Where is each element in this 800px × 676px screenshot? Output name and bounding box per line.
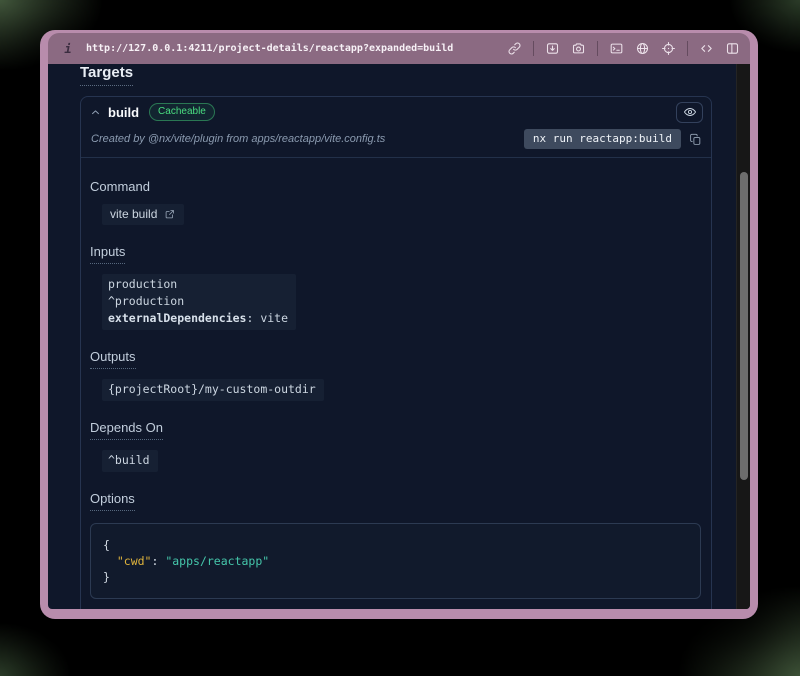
output-line: {projectRoot}/my-custom-outdir (108, 381, 316, 398)
input-line: ^production (108, 293, 288, 310)
created-by-text: Created by @nx/vite/plugin from apps/rea… (91, 133, 524, 145)
command-heading: Command (90, 179, 150, 194)
depends-on-line: ^build (108, 452, 150, 469)
crosshair-icon[interactable] (661, 41, 676, 56)
toolbar-divider (687, 41, 688, 56)
build-target-card: build Cacheable Created by @nx/vite/plug… (80, 96, 712, 609)
page-title: Targets (80, 64, 133, 86)
link-icon[interactable] (507, 41, 522, 56)
info-icon[interactable]: i (62, 42, 74, 56)
section-command: Command vite build (90, 178, 701, 225)
camera-icon[interactable] (571, 41, 586, 56)
scrollbar-thumb[interactable] (740, 172, 748, 480)
outputs-heading: Outputs (90, 349, 136, 369)
chevron-up-icon[interactable] (90, 107, 101, 118)
split-view-icon[interactable] (725, 41, 740, 56)
toolbar-divider (533, 41, 534, 56)
section-outputs: Outputs {projectRoot}/my-custom-outdir (90, 348, 701, 401)
url-text[interactable]: http://127.0.0.1:4211/project-details/re… (86, 43, 498, 54)
external-link-icon (164, 208, 176, 220)
box-arrow-down-icon[interactable] (545, 41, 560, 56)
depends-on-heading: Depends On (90, 420, 163, 440)
copy-button[interactable] (689, 132, 702, 147)
options-json-block: { "cwd": "apps/reactapp" } (90, 523, 701, 599)
terminal-icon[interactable] (609, 41, 624, 56)
section-depends-on: Depends On ^build (90, 419, 701, 472)
command-value: vite build (110, 207, 157, 221)
section-options: Options { "cwd": "apps/reactapp" } (90, 490, 701, 599)
toolbar-divider (597, 41, 598, 56)
input-line: production (108, 276, 288, 293)
inputs-heading: Inputs (90, 244, 125, 264)
section-inputs: Inputs production ^production externalDe… (90, 243, 701, 330)
code-icon[interactable] (699, 41, 714, 56)
build-target-header[interactable]: build Cacheable (81, 97, 711, 127)
open-command-button[interactable] (164, 208, 176, 220)
options-heading: Options (90, 491, 135, 511)
browser-topbar: i http://127.0.0.1:4211/project-details/… (48, 33, 750, 64)
created-by-row: Created by @nx/vite/plugin from apps/rea… (81, 127, 711, 158)
json-line: { (103, 537, 688, 553)
eye-icon (683, 105, 697, 119)
json-line: } (103, 569, 688, 585)
cacheable-badge: Cacheable (149, 103, 215, 121)
run-command-chip: nx run reactapp:build (524, 129, 681, 149)
json-line: "cwd": "apps/reactapp" (103, 553, 688, 569)
copy-icon (689, 132, 702, 147)
target-name: build (108, 105, 139, 120)
input-line: externalDependencies: vite (108, 310, 288, 327)
globe-icon[interactable] (635, 41, 650, 56)
scrollbar-track[interactable] (736, 64, 750, 609)
view-target-button[interactable] (676, 102, 703, 123)
browser-window: i http://127.0.0.1:4211/project-details/… (40, 30, 758, 619)
page-content: Targets build Cacheable (48, 64, 750, 609)
